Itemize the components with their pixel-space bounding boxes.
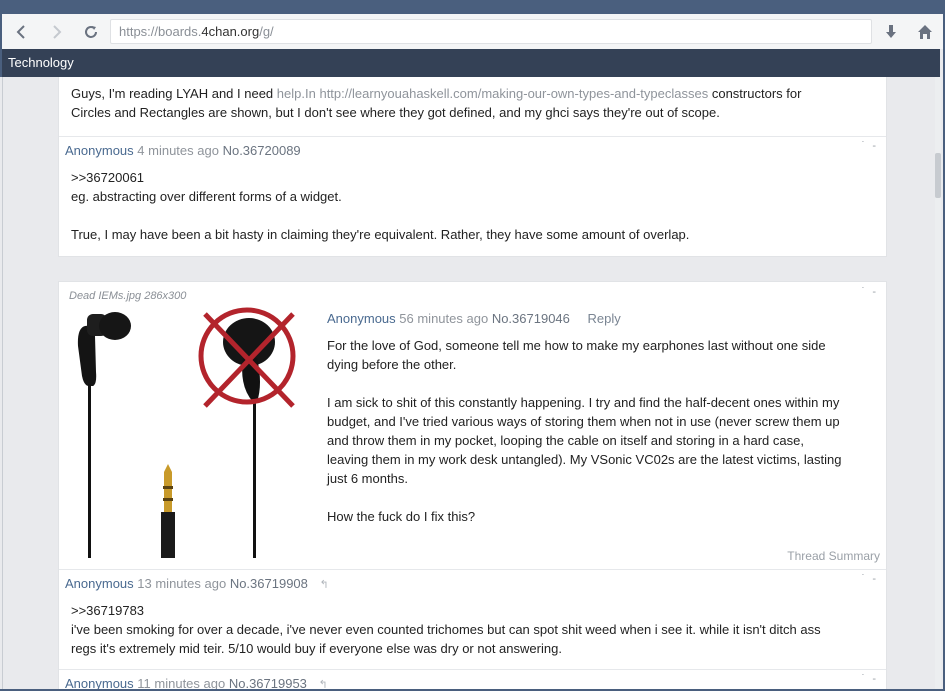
reply-body: >>36719783 i've been smoking for over a … (71, 601, 821, 658)
poster-name: Anonymous (65, 143, 134, 158)
post-number[interactable]: No.36719046 (492, 311, 570, 326)
post-menu-icon[interactable]: ˙ - (862, 140, 878, 152)
reply-line-2: True, I may have been a bit hasty in cla… (71, 227, 690, 242)
url-path: /g/ (259, 24, 274, 39)
reply-line-1: i've been smoking for over a decade, i'v… (71, 622, 821, 637)
op-text-b: constructors for (711, 86, 802, 101)
reply-post: ˙ - Anonymous 11 minutes ago No.36719953… (59, 669, 886, 689)
file-info[interactable]: Dead IEMs.jpg 286x300 (69, 290, 186, 302)
op-text-c: Circles and Rectangles are shown, but I … (71, 105, 720, 120)
post-menu-icon[interactable]: ˙ - (862, 286, 878, 298)
reply-post: ˙ - Anonymous 13 minutes ago No.36719908… (59, 569, 886, 669)
post-meta: Anonymous 4 minutes ago No.36720089 (65, 143, 301, 158)
reply-arrow-icon[interactable]: ↰ (320, 579, 329, 591)
reply-line-1: eg. abstracting over different forms of … (71, 189, 342, 204)
op-link-2[interactable]: http://learnyouahaskell.com/making-our-o… (319, 86, 708, 101)
post-time: 11 minutes ago (137, 676, 226, 689)
board-title[interactable]: Technology (8, 55, 74, 70)
reply-post: ˙ - Anonymous 4 minutes ago No.36720089 … (59, 136, 886, 258)
op-link-1[interactable]: help.In (277, 86, 316, 101)
url-domain: 4chan.org (201, 24, 260, 39)
thread-summary-link[interactable]: Thread Summary (787, 549, 880, 563)
op-line: For the love of God, someone tell me how… (327, 338, 826, 353)
board-title-bar: Technology (0, 49, 940, 77)
post-time: 56 minutes ago (399, 311, 489, 326)
earphones-image (77, 307, 296, 558)
op-meta: Anonymous 56 minutes ago No.36719046 Rep… (327, 311, 621, 326)
post-time: 13 minutes ago (137, 576, 227, 591)
browser-toolbar: https://boards.4chan.org/g/ (0, 14, 945, 49)
reply-line-2: regs it's extremely mid teir. 5/10 would… (71, 641, 562, 656)
thread-card-main: ˙ - Dead IEMs.jpg 286x300 Anonymous 56 m… (58, 281, 887, 689)
op-post-body: Guys, I'm reading LYAH and I need help.I… (59, 84, 886, 122)
op-line: leaving them in my work desk untangled).… (327, 452, 842, 467)
op-line: just 6 months. (327, 471, 408, 486)
quote-link[interactable]: >>36720061 (71, 168, 689, 187)
thread-list: Guys, I'm reading LYAH and I need help.I… (2, 77, 940, 689)
poster-name: Anonymous (65, 576, 134, 591)
op-line: How the fuck do I fix this? (327, 509, 476, 524)
op-body: For the love of God, someone tell me how… (327, 336, 867, 526)
op-line: dying before the other. (327, 357, 457, 372)
post-menu-icon[interactable]: ˙ - (862, 673, 878, 685)
reload-icon[interactable] (80, 21, 102, 43)
reply-link[interactable]: Reply (588, 311, 621, 326)
op-line: and throw them in my pocket, looping the… (327, 433, 804, 448)
post-time: 4 minutes ago (137, 143, 219, 158)
quote-link[interactable]: >>36719783 (71, 601, 821, 620)
poster-name: Anonymous (327, 311, 396, 326)
home-icon[interactable] (914, 21, 936, 43)
post-number[interactable]: No.36719908 (230, 576, 308, 591)
op-line: I am sick to shit of this constantly hap… (327, 395, 840, 410)
download-icon[interactable] (880, 21, 902, 43)
thread-card-prev: Guys, I'm reading LYAH and I need help.I… (58, 77, 887, 257)
post-meta: Anonymous 13 minutes ago No.36719908 ↰ (65, 576, 329, 591)
chevron-right-icon[interactable] (46, 21, 68, 43)
scrollbar-thumb[interactable] (935, 153, 941, 198)
post-image[interactable] (67, 306, 310, 558)
op-text-a: Guys, I'm reading LYAH and I need (71, 86, 274, 101)
post-number[interactable]: No.36720089 (223, 143, 301, 158)
reply-body: >>36720061 eg. abstracting over differen… (71, 168, 689, 244)
reply-arrow-icon[interactable]: ↰ (319, 679, 328, 689)
post-menu-icon[interactable]: ˙ - (862, 573, 878, 585)
address-bar[interactable]: https://boards.4chan.org/g/ (110, 19, 872, 44)
url-prefix: https://boards. (119, 24, 202, 39)
op-text: Guys, I'm reading LYAH and I need help.I… (71, 84, 874, 103)
post-number[interactable]: No.36719953 (229, 676, 307, 689)
poster-name: Anonymous (65, 676, 134, 689)
chevron-left-icon[interactable] (10, 21, 32, 43)
post-meta: Anonymous 11 minutes ago No.36719953 ↰ (65, 676, 328, 689)
window-frame-top (0, 0, 945, 14)
op-line: budget, and I've tried various ways of s… (327, 414, 840, 429)
